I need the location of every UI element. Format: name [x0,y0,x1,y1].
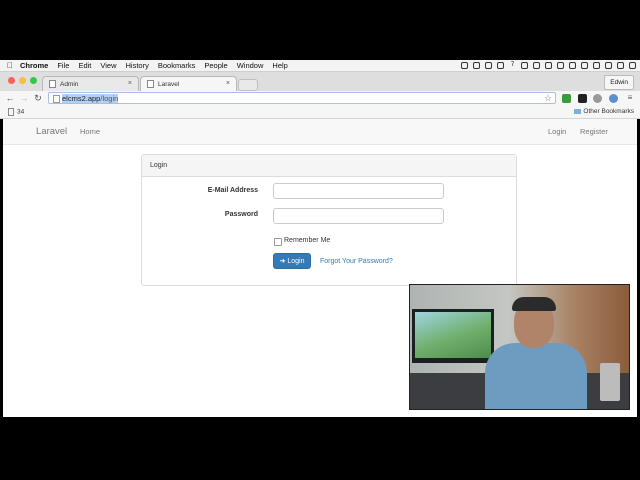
spotlight-search-icon[interactable] [617,62,624,69]
webcam-person-cap [512,297,556,311]
bluetooth-icon[interactable] [557,62,564,69]
menu-window[interactable]: Window [237,61,264,70]
login-button-label: Login [287,258,305,265]
apple-icon[interactable]:  [0,61,20,70]
menu-view[interactable]: View [100,61,116,70]
forward-arrow-icon[interactable]: → [18,93,30,103]
address-bar[interactable]: elcms2.app/login ☆ [48,92,556,104]
menu-edit[interactable]: Edit [78,61,91,70]
status-area: 7 [461,60,636,71]
new-tab-button[interactable] [238,79,258,91]
remember-me-label[interactable]: Remember Me [284,237,330,244]
compass-icon[interactable] [593,62,600,69]
clipboard-icon[interactable] [521,62,528,69]
close-tab-icon[interactable]: × [128,80,132,87]
login-button[interactable]: ➜ Login [273,253,311,269]
profile-button[interactable]: Edwin [604,75,634,90]
tab-title: Admin [60,80,79,88]
gamepad-icon[interactable] [485,62,492,69]
menu-history[interactable]: History [126,61,149,70]
forgot-password-link[interactable]: Forgot Your Password? [320,258,393,265]
bookmark-star-icon[interactable]: ☆ [544,93,552,104]
menu-file[interactable]: File [57,61,69,70]
minimize-window-button[interactable] [19,77,26,84]
wifi-icon[interactable] [581,62,588,69]
other-bookmarks-label: Other Bookmarks [583,108,634,115]
browser-tab-strip: Admin × Laravel × Edwin [0,72,640,91]
grid-icon[interactable] [533,62,540,69]
webcam-computer-tower [600,363,620,401]
nav-home-link[interactable]: Home [80,127,100,136]
cloud-icon[interactable] [461,62,468,69]
adobe-icon[interactable] [497,62,504,69]
site-navbar: Laravel Home Login Register [3,119,637,145]
page-icon [49,80,56,88]
page-info-icon[interactable] [53,95,60,103]
bookmark-label: 34 [17,108,25,116]
user-icon[interactable] [605,62,612,69]
other-bookmarks[interactable]: Other Bookmarks [574,108,634,115]
extension-gray-icon[interactable] [593,94,602,103]
camera-icon[interactable] [473,62,480,69]
menu-app-name[interactable]: Chrome [20,61,48,70]
tab-laravel[interactable]: Laravel × [140,76,237,91]
bookmarks-bar: 34 Other Bookmarks [0,106,640,119]
menu-people[interactable]: People [204,61,227,70]
extension-green-icon[interactable] [562,94,571,103]
url-text: elcms2.app/login [62,94,119,103]
mac-menu-bar:  Chrome File Edit View History Bookmark… [0,60,640,72]
remember-me-checkbox[interactable] [274,238,282,246]
webcam-monitor [412,309,494,363]
bookmark-item[interactable]: 34 [8,108,24,116]
tab-admin[interactable]: Admin × [42,76,139,91]
zoom-window-button[interactable] [30,77,37,84]
webcam-monitor-screen [415,312,491,358]
extension-blue-icon[interactable] [609,94,618,103]
menu-bookmarks[interactable]: Bookmarks [158,61,196,70]
webcam-person-body [485,343,587,409]
status-count: 7 [510,62,515,68]
menu-help[interactable]: Help [272,61,287,70]
login-panel: Login E-Mail Address Password Remember M… [141,154,517,286]
nav-login-link[interactable]: Login [548,127,566,136]
notification-list-icon[interactable] [629,62,636,69]
email-field[interactable] [273,183,444,199]
sign-in-icon: ➜ [279,258,286,265]
email-label: E-Mail Address [207,187,258,194]
extension-black-icon[interactable] [578,94,587,103]
webcam-overlay [410,285,629,409]
close-tab-icon[interactable]: × [226,80,230,87]
nav-register-link[interactable]: Register [580,127,608,136]
close-window-button[interactable] [8,77,15,84]
browser-toolbar: ← → ↻ elcms2.app/login ☆ ≡ [0,91,640,106]
folder-icon [574,108,582,114]
reload-icon[interactable]: ↻ [32,93,44,104]
url-host: elcms2.app [62,94,101,103]
back-arrow-icon[interactable]: ← [4,93,16,103]
password-field[interactable] [273,208,444,224]
brand-link[interactable]: Laravel [36,126,67,137]
tab-title: Laravel [158,80,180,88]
chrome-menu-icon[interactable]: ≡ [624,93,636,102]
password-label: Password [224,211,258,218]
page-icon [147,80,154,88]
panel-heading: Login [142,155,516,177]
bookmark-page-icon [8,108,14,116]
url-path: /login [100,94,119,103]
time-machine-icon[interactable] [545,62,552,69]
volume-icon[interactable] [569,62,576,69]
